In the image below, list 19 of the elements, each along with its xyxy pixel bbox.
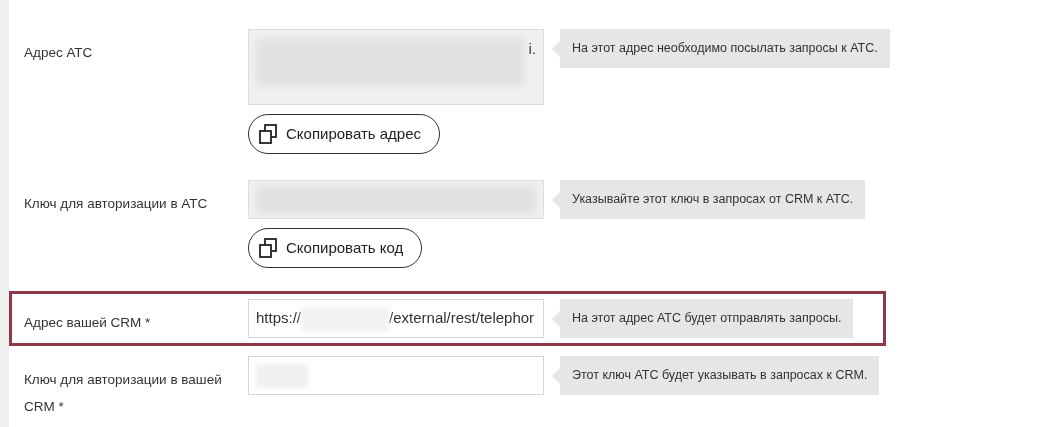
- field-label: Ключ для авторизации в АТС: [24, 195, 209, 213]
- hint-tooltip: На этот адрес необходимо посылать запросы к АТС.: [552, 29, 890, 68]
- copy-button[interactable]: Скопировать код: [248, 228, 423, 268]
- field-value-start: https://: [256, 308, 302, 329]
- hint-tooltip: Этот ключ АТС будет указывать в запросах к CRM.: [552, 356, 880, 395]
- copy-icon: [259, 238, 277, 258]
- text-field[interactable]: [248, 356, 544, 395]
- copy-icon: [259, 124, 277, 144]
- hint-tooltip: На этот адрес АТС будет отправлять запросы.: [552, 299, 854, 338]
- field-value-end: /external/rest/telephor: [389, 308, 535, 329]
- field-label: Ключ для авторизации в вашей CRM *: [24, 371, 223, 416]
- copy-button[interactable]: Скопировать адрес: [248, 114, 441, 154]
- field-label: Адрес вашей CRM *: [24, 314, 152, 332]
- text-field[interactable]: https:// /external/rest/telephor: [248, 299, 544, 338]
- text-field[interactable]: i.: [248, 29, 544, 105]
- hint-tooltip: Указывайте этот ключ в запросах от CRM к АТС.: [552, 180, 866, 219]
- field-label: Адрес АТС: [24, 44, 94, 62]
- text-field[interactable]: [248, 180, 544, 219]
- field-value-end: i.: [528, 39, 536, 59]
